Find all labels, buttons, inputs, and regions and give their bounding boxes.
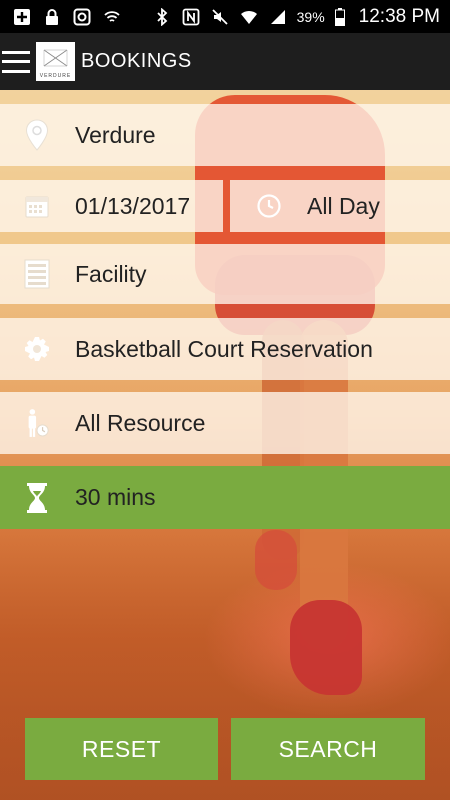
- status-bar: 39% 12:38 PM: [0, 0, 450, 33]
- wifi-icon: [239, 8, 259, 26]
- gear-icon: [24, 334, 50, 364]
- clock: 12:38 PM: [358, 5, 440, 27]
- date-picker[interactable]: 01/13/2017: [0, 180, 223, 232]
- runner-shoe-front: [290, 600, 362, 695]
- location-selector[interactable]: Verdure: [0, 104, 450, 166]
- building-icon: [24, 259, 50, 289]
- brand-logo: VERDURE: [36, 42, 75, 81]
- instagram-icon: [72, 8, 92, 26]
- person-clock-icon: [24, 408, 50, 438]
- time-value: All Day: [307, 192, 380, 219]
- reset-button[interactable]: RESET: [25, 718, 218, 780]
- clock-icon: [256, 191, 282, 221]
- battery-percent: 39%: [296, 8, 325, 25]
- duration-selector[interactable]: 30 mins: [0, 466, 450, 529]
- battery-icon: [334, 7, 346, 26]
- wifi-shield-icon: [102, 8, 122, 26]
- runner-shoe-back: [255, 530, 297, 590]
- location-pin-icon: [24, 119, 50, 151]
- app-bar: VERDURE BOOKINGS: [0, 33, 450, 90]
- duration-value: 30 mins: [75, 484, 156, 510]
- category-value: Facility: [75, 260, 147, 287]
- category-selector[interactable]: Facility: [0, 244, 450, 304]
- logo-text: VERDURE: [39, 73, 72, 79]
- hamburger-menu-icon[interactable]: [2, 50, 30, 73]
- location-value: Verdure: [75, 121, 156, 148]
- mute-icon: [210, 8, 230, 26]
- bluetooth-icon: [152, 7, 172, 26]
- lock-icon: [42, 8, 62, 26]
- date-value: 01/13/2017: [75, 192, 191, 219]
- resource-selector[interactable]: All Resource: [0, 392, 450, 454]
- hourglass-icon: [24, 482, 50, 513]
- resource-value: All Resource: [75, 409, 206, 436]
- calendar-icon: [24, 191, 50, 221]
- search-button[interactable]: SEARCH: [231, 718, 425, 780]
- service-value: Basketball Court Reservation: [75, 335, 373, 362]
- page-title: BOOKINGS: [81, 50, 192, 72]
- nfc-icon: [181, 8, 201, 26]
- service-selector[interactable]: Basketball Court Reservation: [0, 318, 450, 380]
- add-box-icon: [12, 8, 32, 26]
- signal-icon: [268, 8, 288, 26]
- time-picker[interactable]: All Day: [230, 180, 450, 232]
